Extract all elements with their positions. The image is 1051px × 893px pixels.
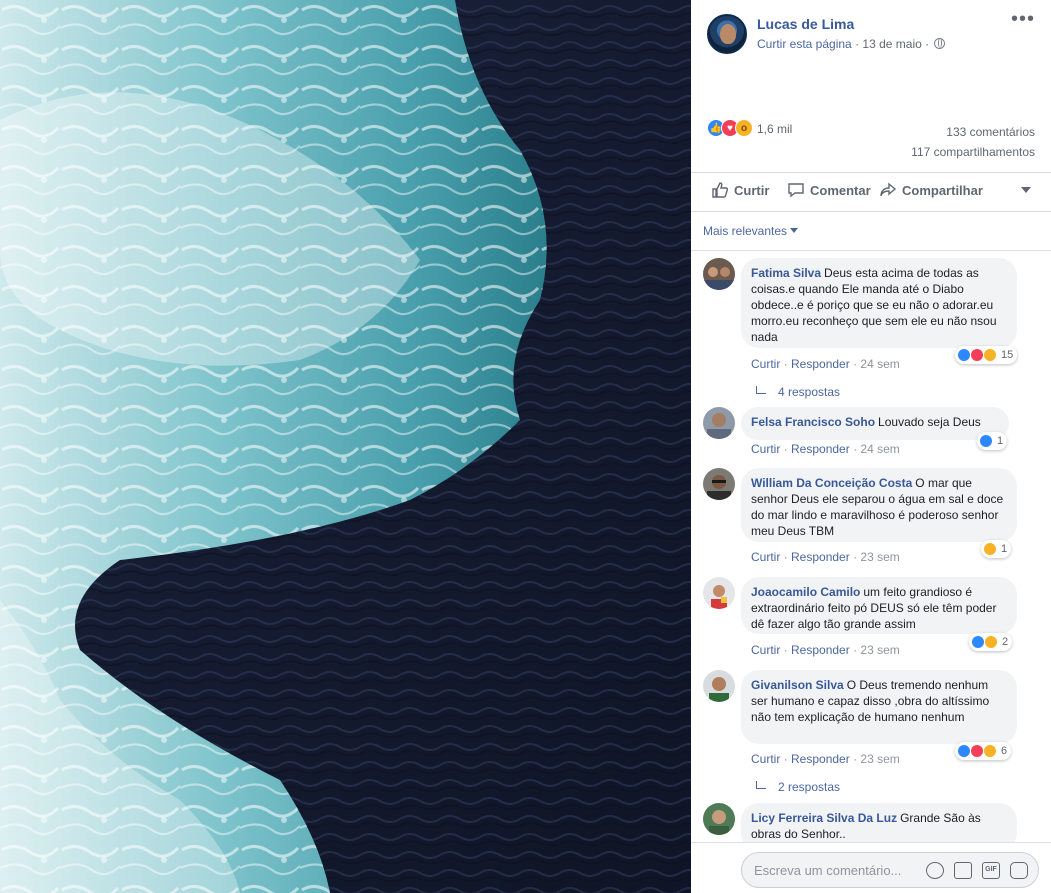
comment-label: Comentar (810, 182, 871, 198)
comment-author[interactable]: Felsa Francisco Soho (751, 415, 875, 429)
gif-icon[interactable]: GIF (982, 862, 1000, 879)
audience-dropdown-icon[interactable] (1021, 187, 1031, 193)
avatar[interactable] (703, 407, 735, 439)
avatar[interactable] (703, 468, 735, 500)
comment-reply-link[interactable]: Responder (791, 442, 850, 456)
engagement-counts: 133 comentários 117 compartilhamentos (911, 122, 1035, 162)
comment-bubble: William Da Conceição Costa O mar que senh… (741, 468, 1017, 542)
divider (691, 842, 1051, 843)
haha-icon (984, 635, 998, 649)
comment-like-link[interactable]: Curtir (751, 550, 780, 564)
composer-tools: GIF (926, 862, 1028, 879)
divider (691, 250, 1051, 251)
comment-like-link[interactable]: Curtir (751, 357, 780, 371)
reply-arrow-icon (756, 386, 766, 394)
haha-icon (983, 348, 997, 362)
comment-author[interactable]: William Da Conceição Costa (751, 476, 912, 490)
chevron-down-icon (790, 228, 799, 233)
post-photo[interactable] (0, 0, 691, 893)
like-label: Curtir (734, 182, 770, 198)
like-icon (957, 348, 971, 362)
reactions-summary: 👍 ♥ o 1,6 mil 133 comentários 117 compar… (707, 119, 1035, 159)
comment-time[interactable]: 24 sem (860, 357, 899, 371)
love-icon (970, 744, 984, 758)
comment-placeholder: Escreva um comentário... (754, 863, 902, 878)
post-actions: Curtir Comentar Compartilhar (707, 177, 1035, 205)
comment-bubble: Fatima Silva Deus esta acima de todas as … (741, 258, 1017, 348)
comment-actions: Curtir · Responder · 23 sem (751, 643, 900, 657)
love-icon (970, 348, 984, 362)
comment-actions: Curtir · Responder · 24 sem (751, 357, 900, 371)
comment-reactions[interactable]: 15 (955, 346, 1018, 364)
comment-actions: Curtir · Responder · 23 sem (751, 550, 900, 564)
comment-bubble: Felsa Francisco Soho Louvado seja Deus (741, 407, 1009, 440)
page-name[interactable]: Lucas de Lima (757, 16, 854, 32)
post-meta: Curtir esta página · 13 de maio · (757, 37, 946, 51)
like-page-link[interactable]: Curtir esta página (757, 37, 852, 51)
share-label: Compartilhar (902, 182, 983, 198)
like-icon (957, 744, 971, 758)
comment-reply-link[interactable]: Responder (791, 752, 850, 766)
post-panel: Lucas de Lima Curtir esta página · 13 de… (691, 0, 1051, 893)
view-replies[interactable]: 4 respostas (756, 385, 840, 399)
comment-text: Louvado seja Deus (878, 415, 981, 429)
reaction-count[interactable]: 1,6 mil (757, 122, 792, 136)
share-count[interactable]: 117 compartilhamentos (911, 142, 1035, 162)
comment-like-link[interactable]: Curtir (751, 643, 780, 657)
comment-sort-dropdown[interactable]: Mais relevantes (703, 224, 799, 238)
like-button[interactable]: Curtir (711, 181, 769, 199)
avatar[interactable] (703, 258, 735, 290)
like-icon (979, 434, 993, 448)
post-header: Lucas de Lima Curtir esta página · 13 de… (707, 14, 1037, 58)
comment-composer: Escreva um comentário... GIF (691, 842, 1051, 893)
comment-author[interactable]: Fatima Silva (751, 266, 821, 280)
comment-bubble: Joaocamilo Camilo um feito grandioso é ex… (741, 577, 1017, 634)
share-button[interactable]: Compartilhar (879, 181, 983, 199)
avatar[interactable] (703, 577, 735, 609)
camera-icon[interactable] (954, 862, 972, 879)
haha-icon (983, 542, 997, 556)
post-date[interactable]: 13 de maio (862, 37, 921, 51)
comment-time[interactable]: 23 sem (860, 550, 899, 564)
wow-icon: o (735, 119, 753, 137)
comment-author[interactable]: Givanilson Silva (751, 678, 844, 692)
more-dots-icon[interactable]: ••• (1011, 9, 1035, 29)
share-icon (880, 182, 897, 197)
comment-icon (788, 183, 804, 198)
comment-reply-link[interactable]: Responder (791, 550, 850, 564)
reply-arrow-icon (756, 781, 766, 789)
comment-like-link[interactable]: Curtir (751, 752, 780, 766)
view-replies[interactable]: 2 respostas (756, 780, 840, 794)
haha-icon (983, 744, 997, 758)
comment-reply-link[interactable]: Responder (791, 643, 850, 657)
ocean-image (0, 0, 691, 893)
page-avatar[interactable] (707, 14, 747, 54)
comment-reactions[interactable]: 6 (955, 742, 1012, 760)
sticker-icon[interactable] (1010, 862, 1028, 879)
comment-time[interactable]: 23 sem (860, 643, 899, 657)
comment-time[interactable]: 23 sem (860, 752, 899, 766)
emoji-icon[interactable] (926, 862, 944, 879)
globe-icon (934, 38, 946, 49)
comment-input[interactable]: Escreva um comentário... GIF (741, 852, 1039, 888)
comment-actions: Curtir · Responder · 24 sem (751, 442, 900, 456)
divider (691, 172, 1051, 173)
comment-reactions[interactable]: 2 (969, 633, 1013, 651)
comment-count[interactable]: 133 comentários (911, 122, 1035, 142)
comment-author[interactable]: Joaocamilo Camilo (751, 585, 860, 599)
comment-author[interactable]: Licy Ferreira Silva Da Luz (751, 811, 897, 825)
comment-bubble: Givanilson Silva O Deus tremendo nenhum s… (741, 670, 1017, 744)
like-icon (971, 635, 985, 649)
avatar[interactable] (703, 670, 735, 702)
divider (691, 211, 1051, 212)
avatar[interactable] (703, 803, 735, 835)
comment-reply-link[interactable]: Responder (791, 357, 850, 371)
comment-reactions[interactable]: 1 (981, 540, 1012, 558)
comment-time[interactable]: 24 sem (860, 442, 899, 456)
comment-like-link[interactable]: Curtir (751, 442, 780, 456)
comment-reactions[interactable]: 1 (977, 432, 1008, 450)
thumbs-up-icon (712, 182, 729, 198)
comment-actions: Curtir · Responder · 23 sem (751, 752, 900, 766)
